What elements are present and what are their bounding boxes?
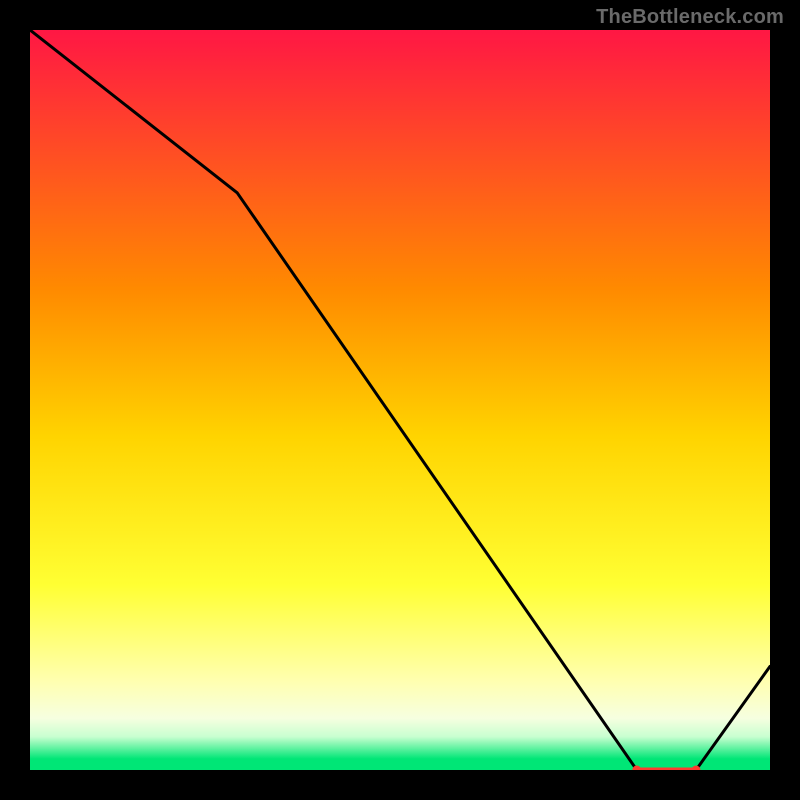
endpoint-marker [692, 766, 701, 775]
chart-container: TheBottleneck.com [0, 0, 800, 800]
endpoint-marker [632, 766, 641, 775]
bottleneck-chart [0, 0, 800, 800]
plot-background-gradient [30, 30, 770, 770]
